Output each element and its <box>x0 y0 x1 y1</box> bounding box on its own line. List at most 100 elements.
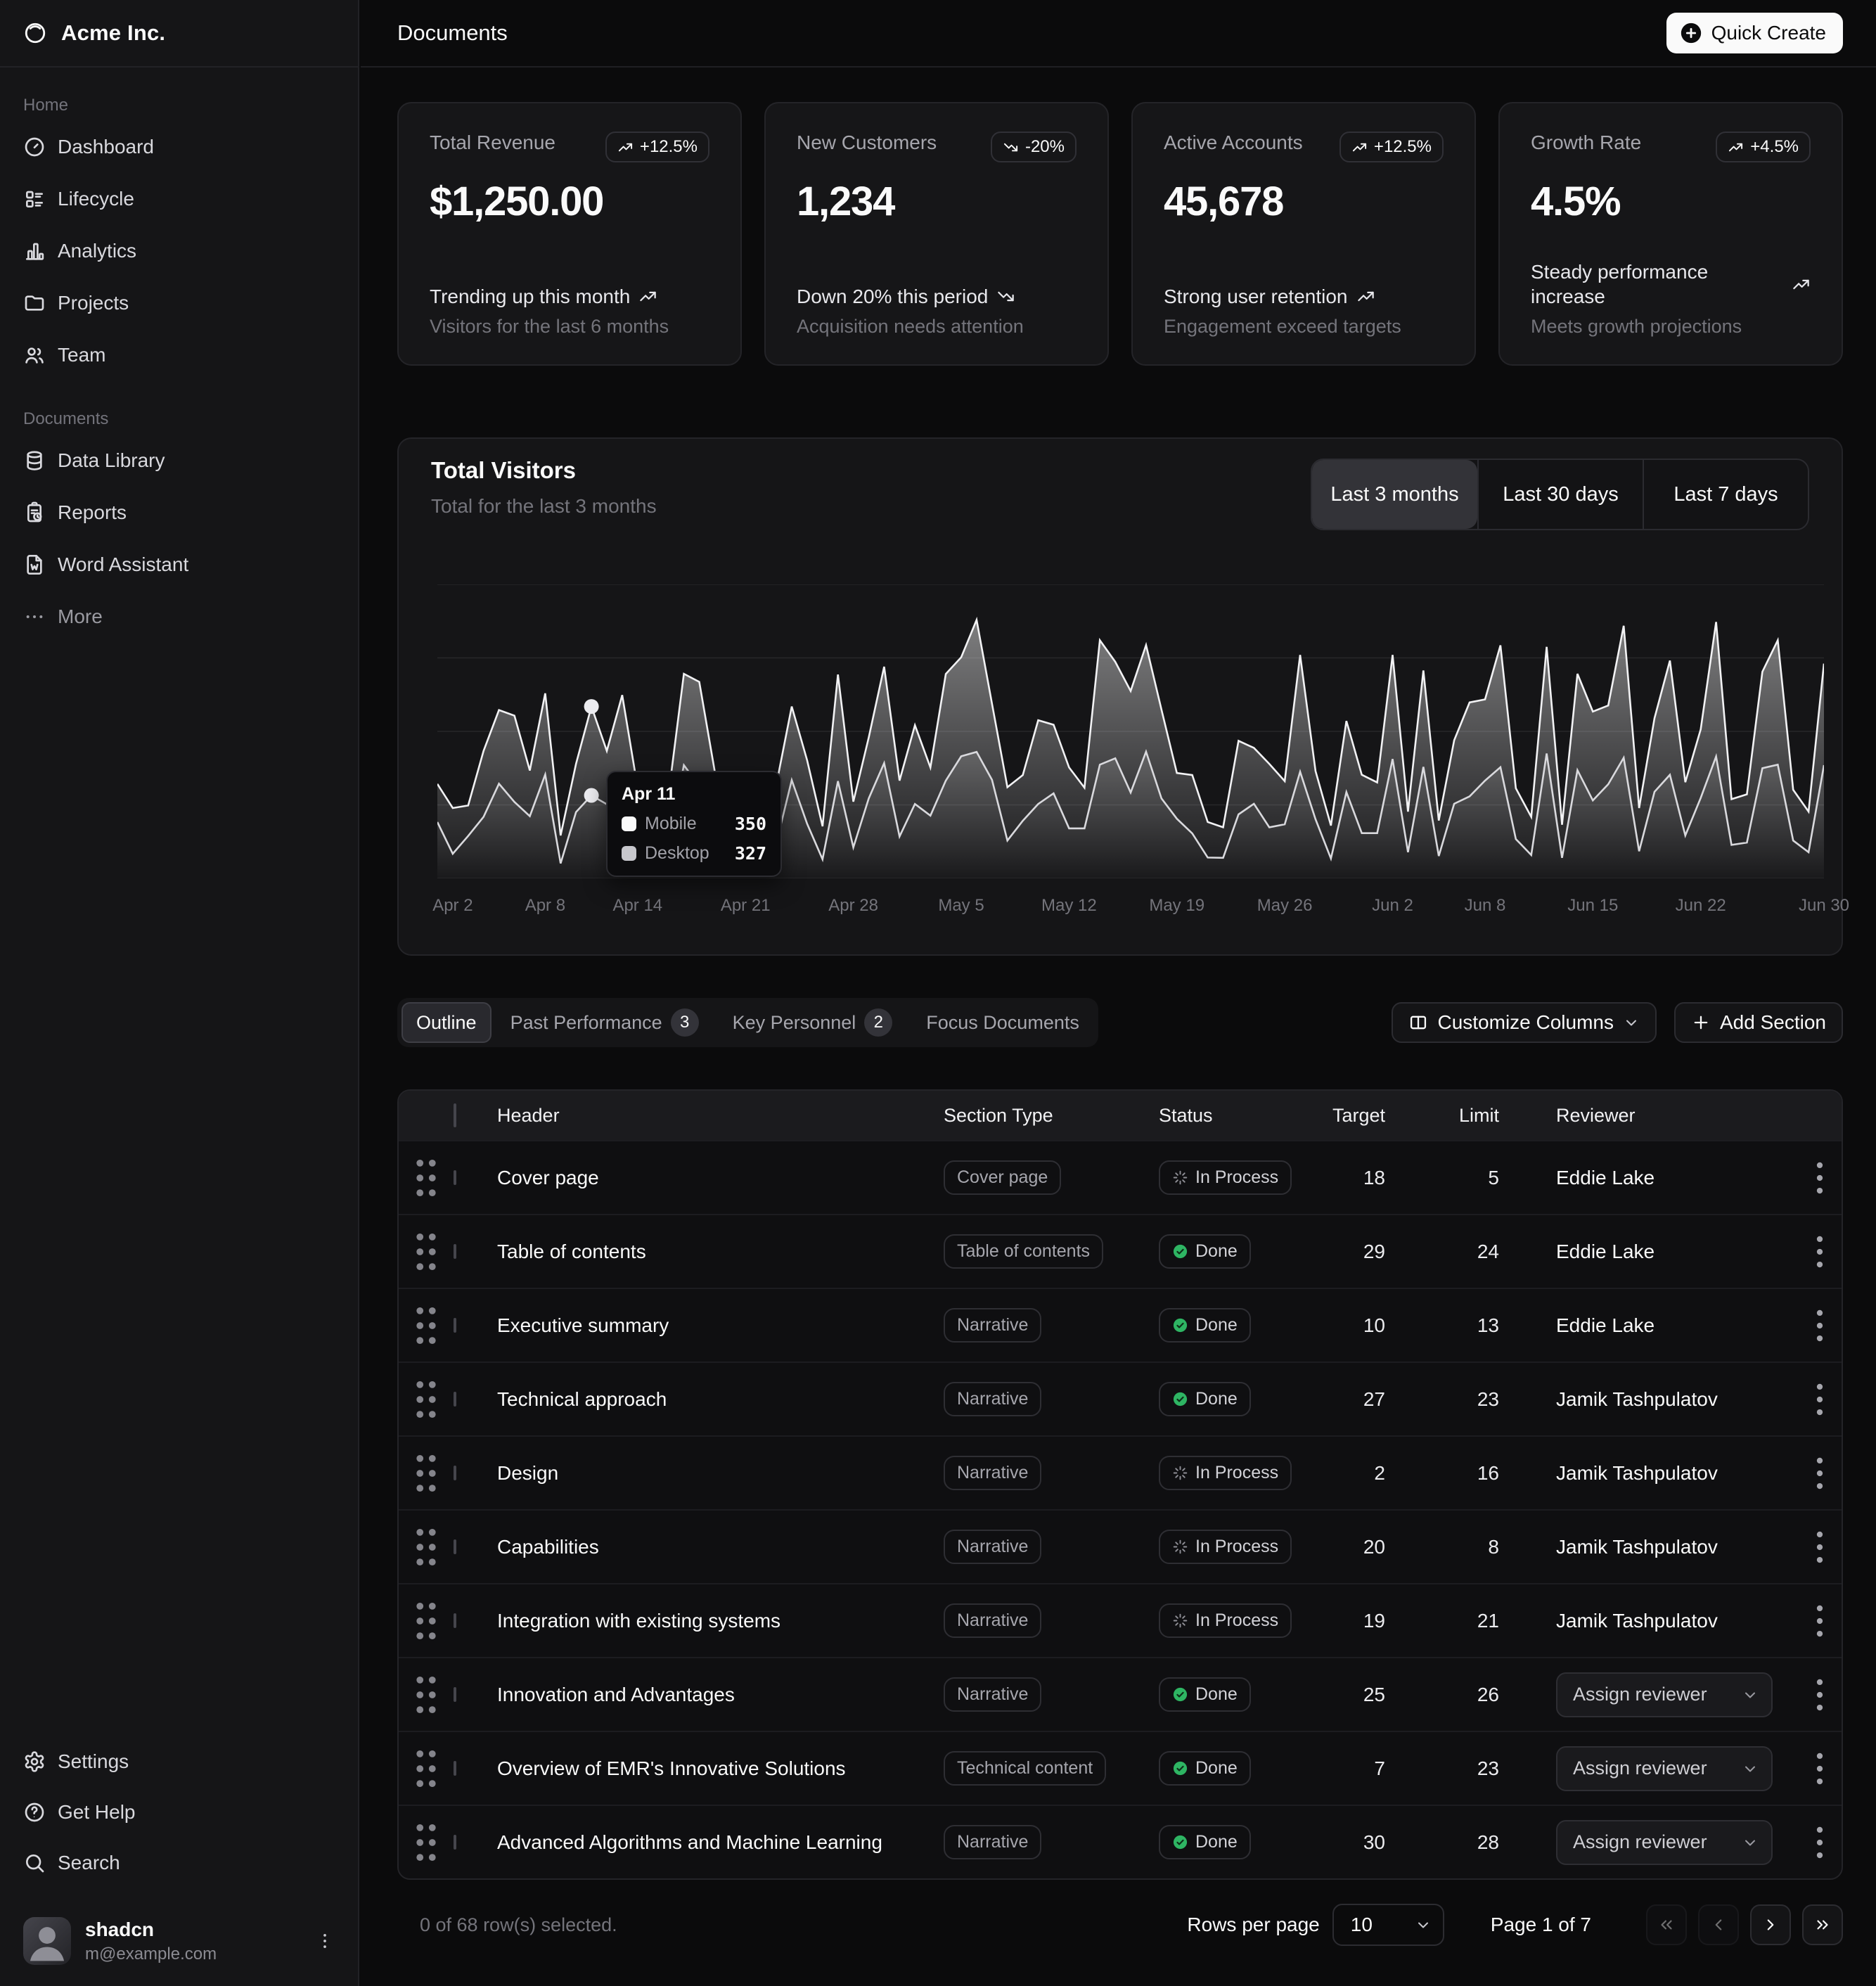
row-menu-icon[interactable] <box>1798 1525 1842 1569</box>
target-value[interactable]: 19 <box>1313 1610 1385 1632</box>
row-checkbox[interactable] <box>454 1613 456 1628</box>
sidebar-item-word-assistant[interactable]: Word Assistant <box>23 539 341 591</box>
last-page-button[interactable] <box>1802 1904 1843 1945</box>
row-header-title[interactable]: Integration with existing systems <box>497 1610 944 1632</box>
target-value[interactable]: 7 <box>1313 1757 1385 1780</box>
limit-value[interactable]: 24 <box>1385 1241 1499 1263</box>
row-checkbox[interactable] <box>454 1318 456 1333</box>
first-page-button[interactable] <box>1646 1904 1687 1945</box>
select-all-checkbox[interactable] <box>454 1103 456 1127</box>
row-checkbox[interactable] <box>454 1687 456 1702</box>
sidebar-item-projects[interactable]: Projects <box>23 277 341 329</box>
drag-handle-icon[interactable] <box>399 1224 454 1279</box>
range-option-last-30-days[interactable]: Last 30 days <box>1477 460 1643 529</box>
row-header-title[interactable]: Advanced Algorithms and Machine Learning <box>497 1831 944 1854</box>
target-value[interactable]: 30 <box>1313 1831 1385 1854</box>
target-value[interactable]: 2 <box>1313 1462 1385 1485</box>
sidebar-item-settings[interactable]: Settings <box>23 1736 341 1787</box>
sidebar-item-search[interactable]: Search <box>23 1838 341 1888</box>
drag-handle-icon[interactable] <box>399 1151 454 1205</box>
user-menu[interactable]: shadcn m@example.com <box>11 1906 347 1976</box>
prev-page-button[interactable] <box>1698 1904 1739 1945</box>
sidebar-item-analytics[interactable]: Analytics <box>23 225 341 277</box>
sidebar-item-lifecycle[interactable]: Lifecycle <box>23 173 341 225</box>
sidebar-item-data-library[interactable]: Data Library <box>23 435 341 487</box>
stat-card-growth-rate: Growth Rate+4.5%4.5%Steady performance i… <box>1498 102 1843 366</box>
row-checkbox[interactable] <box>454 1761 456 1776</box>
row-checkbox[interactable] <box>454 1539 456 1554</box>
target-value[interactable]: 18 <box>1313 1167 1385 1189</box>
row-menu-icon[interactable] <box>1798 1452 1842 1495</box>
tab-outline[interactable]: Outline <box>401 1002 492 1043</box>
limit-value[interactable]: 8 <box>1385 1536 1499 1558</box>
org-switcher[interactable]: Acme Inc. <box>0 0 358 68</box>
row-checkbox[interactable] <box>454 1170 456 1185</box>
row-menu-icon[interactable] <box>1798 1673 1842 1717</box>
user-menu-icon[interactable] <box>315 1931 335 1951</box>
row-header-title[interactable]: Overview of EMR's Innovative Solutions <box>497 1757 944 1780</box>
row-checkbox[interactable] <box>454 1466 456 1480</box>
row-menu-icon[interactable] <box>1798 1747 1842 1790</box>
drag-handle-icon[interactable] <box>399 1667 454 1722</box>
drag-handle-icon[interactable] <box>399 1446 454 1501</box>
row-header-title[interactable]: Table of contents <box>497 1241 944 1263</box>
customize-columns-button[interactable]: Customize Columns <box>1392 1002 1657 1043</box>
assign-reviewer-select[interactable]: Assign reviewer <box>1556 1746 1773 1791</box>
drag-handle-icon[interactable] <box>399 1298 454 1353</box>
quick-create-button[interactable]: Quick Create <box>1666 13 1843 53</box>
rows-per-page-select[interactable]: 10 <box>1332 1904 1444 1946</box>
row-checkbox[interactable] <box>454 1392 456 1407</box>
limit-value[interactable]: 21 <box>1385 1610 1499 1632</box>
sidebar-item-team[interactable]: Team <box>23 329 341 381</box>
row-menu-icon[interactable] <box>1798 1599 1842 1643</box>
stat-card-value: $1,250.00 <box>430 178 709 225</box>
row-header-title[interactable]: Technical approach <box>497 1388 944 1411</box>
sidebar-item-dashboard[interactable]: Dashboard <box>23 121 341 173</box>
range-option-last-3-months[interactable]: Last 3 months <box>1312 460 1477 529</box>
limit-value[interactable]: 13 <box>1385 1314 1499 1337</box>
drag-handle-icon[interactable] <box>399 1372 454 1427</box>
row-header-title[interactable]: Cover page <box>497 1167 944 1189</box>
row-checkbox[interactable] <box>454 1835 456 1850</box>
range-option-last-7-days[interactable]: Last 7 days <box>1643 460 1808 529</box>
limit-value[interactable]: 28 <box>1385 1831 1499 1854</box>
row-menu-icon[interactable] <box>1798 1304 1842 1347</box>
assign-reviewer-select[interactable]: Assign reviewer <box>1556 1820 1773 1865</box>
sidebar-item-more[interactable]: More <box>23 591 341 643</box>
tab-focus-documents[interactable]: Focus Documents <box>911 1002 1094 1043</box>
sidebar-item-get-help[interactable]: Get Help <box>23 1787 341 1838</box>
next-page-button[interactable] <box>1750 1904 1791 1945</box>
limit-value[interactable]: 23 <box>1385 1757 1499 1780</box>
target-value[interactable]: 27 <box>1313 1388 1385 1411</box>
target-value[interactable]: 20 <box>1313 1536 1385 1558</box>
row-menu-icon[interactable] <box>1798 1821 1842 1864</box>
stat-card-value: 45,678 <box>1164 178 1444 225</box>
row-menu-icon[interactable] <box>1798 1230 1842 1274</box>
tab-past-performance[interactable]: Past Performance3 <box>496 1002 714 1043</box>
row-header-title[interactable]: Capabilities <box>497 1536 944 1558</box>
limit-value[interactable]: 5 <box>1385 1167 1499 1189</box>
target-value[interactable]: 25 <box>1313 1684 1385 1706</box>
dashboard-icon <box>23 136 46 158</box>
drag-handle-icon[interactable] <box>399 1815 454 1870</box>
reviewer-name: Jamik Tashpulatov <box>1556 1462 1718 1484</box>
sidebar-item-reports[interactable]: Reports <box>23 487 341 539</box>
tab-key-personnel[interactable]: Key Personnel2 <box>718 1002 908 1043</box>
row-checkbox[interactable] <box>454 1244 456 1259</box>
row-menu-icon[interactable] <box>1798 1156 1842 1200</box>
target-value[interactable]: 29 <box>1313 1241 1385 1263</box>
row-header-title[interactable]: Executive summary <box>497 1314 944 1337</box>
row-menu-icon[interactable] <box>1798 1378 1842 1421</box>
drag-handle-icon[interactable] <box>399 1741 454 1796</box>
limit-value[interactable]: 26 <box>1385 1684 1499 1706</box>
row-header-title[interactable]: Design <box>497 1462 944 1485</box>
chevron-down-icon <box>1415 1916 1432 1933</box>
add-section-button[interactable]: Add Section <box>1674 1002 1843 1043</box>
limit-value[interactable]: 23 <box>1385 1388 1499 1411</box>
drag-handle-icon[interactable] <box>399 1594 454 1648</box>
limit-value[interactable]: 16 <box>1385 1462 1499 1485</box>
target-value[interactable]: 10 <box>1313 1314 1385 1337</box>
assign-reviewer-select[interactable]: Assign reviewer <box>1556 1672 1773 1717</box>
row-header-title[interactable]: Innovation and Advantages <box>497 1684 944 1706</box>
drag-handle-icon[interactable] <box>399 1520 454 1575</box>
